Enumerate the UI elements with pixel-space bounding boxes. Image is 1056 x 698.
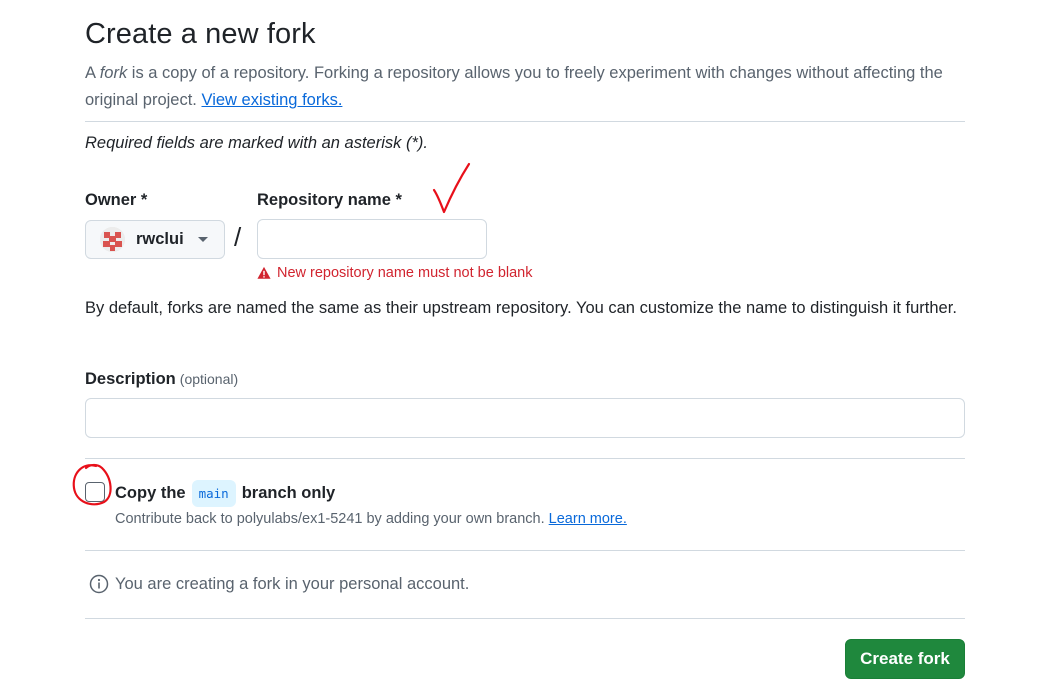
required-fields-note: Required fields are marked with an aster… [85,134,428,152]
intro-emphasis: fork [99,64,128,82]
page-title: Create a new fork [85,18,316,50]
repository-name-input[interactable] [257,219,487,259]
owner-name: rwclui [136,230,184,248]
repository-name-label: Repository name * [257,191,402,209]
repository-name-hint: By default, forks are named the same as … [85,299,957,317]
copy-branch-description: Contribute back to polyulabs/ex1-5241 by… [115,511,627,527]
checkmark-annotation [432,162,471,214]
intro-text: A fork is a copy of a repository. Forkin… [85,64,943,109]
divider [85,121,965,122]
alert-icon [257,266,271,279]
owner-select-button[interactable]: rwclui [85,220,225,259]
description-label: Description (optional) [85,370,239,388]
chevron-down-icon [197,237,208,242]
learn-more-link[interactable]: Learn more. [549,511,627,527]
optional-tag: (optional) [179,371,239,387]
info-icon [89,574,109,594]
error-text: New repository name must not be blank [277,265,533,281]
repository-name-error: New repository name must not be blank [257,265,533,281]
divider [85,550,965,551]
avatar [100,227,125,252]
description-input[interactable] [85,398,965,438]
divider [85,458,965,459]
create-fork-page: Create a new fork A fork is a copy of a … [0,0,1056,698]
branch-name-code: main [191,480,236,507]
copy-branch-label[interactable]: Copy the main branch only [115,480,335,507]
view-existing-forks-link[interactable]: View existing forks. [201,91,342,109]
owner-repo-separator: / [234,222,242,252]
copy-main-branch-checkbox[interactable] [85,482,105,502]
create-fork-button[interactable]: Create fork [845,639,965,679]
info-text: You are creating a fork in your personal… [115,574,470,593]
divider [85,618,965,619]
owner-label: Owner * [85,191,148,209]
personal-account-notice: You are creating a fork in your personal… [89,574,469,594]
